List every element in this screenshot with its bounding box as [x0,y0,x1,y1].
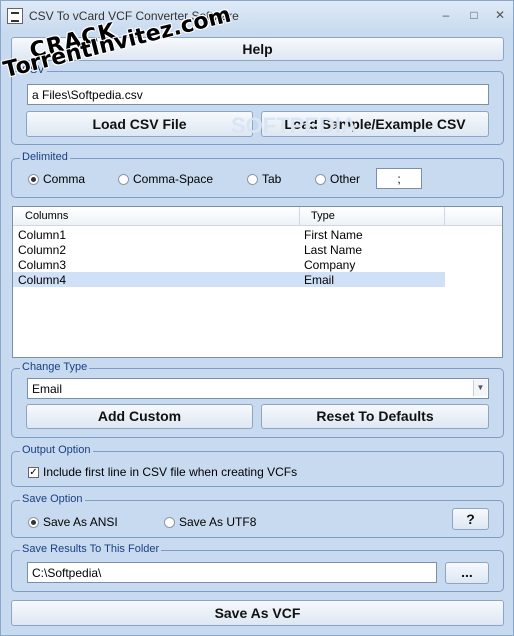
radio-other-label: Other [330,172,361,186]
table-row[interactable]: Column1 First Name [13,227,445,242]
app-window: CSV To vCard VCF Converter Software – □ … [0,0,514,636]
radio-tab-dot[interactable] [247,173,258,185]
row-column: Column2 [18,243,67,257]
checkmark-icon[interactable]: ✓ [28,466,39,478]
radio-comma-space-dot[interactable] [118,173,129,185]
table-row[interactable]: Column3 Company [13,257,445,272]
table-header: Columns Type [13,207,502,226]
save-folder-input[interactable]: C:\Softpedia\ [27,562,437,583]
radio-save-ansi-label: Save As ANSI [43,515,118,529]
radio-comma-dot[interactable] [28,173,39,185]
other-delimiter-input[interactable]: ; [376,168,422,189]
row-type: First Name [304,228,363,242]
save-option-label: Save Option [20,493,85,505]
radio-save-utf8[interactable]: Save As UTF8 [164,515,256,529]
reset-defaults-button[interactable]: Reset To Defaults [261,404,489,429]
header-separator[interactable] [444,207,445,226]
radio-save-ansi-dot[interactable] [28,516,39,528]
radio-other[interactable]: Other [315,172,360,186]
row-column: Column1 [18,228,67,242]
save-as-vcf-button[interactable]: Save As VCF [11,600,504,626]
load-csv-button[interactable]: Load CSV File [26,111,253,137]
radio-comma-space[interactable]: Comma-Space [118,172,213,186]
table-row-selected[interactable]: Column4 Email [13,272,445,287]
radio-comma-space-label: Comma-Space [133,172,214,186]
row-type: Email [304,273,335,287]
browse-button[interactable]: ... [445,562,489,584]
header-type[interactable]: Type [311,210,335,222]
include-first-line-label: Include first line in CSV file when crea… [43,465,298,479]
maximize-button[interactable]: □ [465,7,483,23]
radio-tab[interactable]: Tab [247,172,281,186]
minimize-button[interactable]: – [437,7,455,23]
type-select-value: Email [32,382,63,396]
row-column: Column4 [18,273,67,287]
change-type-label: Change Type [20,361,90,373]
header-columns[interactable]: Columns [25,210,68,222]
add-custom-button[interactable]: Add Custom [26,404,253,429]
radio-comma-label: Comma [43,172,86,186]
softpedia-watermark: SOFTPEDIA [231,113,357,138]
header-separator[interactable] [299,207,300,226]
radio-save-utf8-dot[interactable] [164,516,175,528]
radio-other-dot[interactable] [315,173,326,185]
radio-save-utf8-label: Save As UTF8 [179,515,257,529]
close-button[interactable]: ✕ [491,7,509,23]
app-icon [7,8,23,24]
row-column: Column3 [18,258,67,272]
radio-tab-label: Tab [262,172,282,186]
delimited-group-label: Delimited [20,151,70,163]
help-question-button[interactable]: ? [452,508,489,530]
output-option-label: Output Option [20,444,93,456]
radio-comma[interactable]: Comma [28,172,85,186]
row-type: Last Name [304,243,363,257]
row-type: Company [304,258,356,272]
chevron-down-icon[interactable]: ▼ [473,380,487,396]
csv-file-path-input[interactable]: a Files\Softpedia.csv [27,84,489,105]
radio-save-ansi[interactable]: Save As ANSI [28,515,118,529]
include-first-line-checkbox[interactable]: ✓ Include first line in CSV file when cr… [28,465,297,479]
save-folder-label: Save Results To This Folder [20,543,162,555]
columns-table[interactable]: Columns Type Column1 First Name Column2 … [12,206,503,358]
table-row[interactable]: Column2 Last Name [13,242,445,257]
type-select[interactable]: Email ▼ [27,378,489,399]
